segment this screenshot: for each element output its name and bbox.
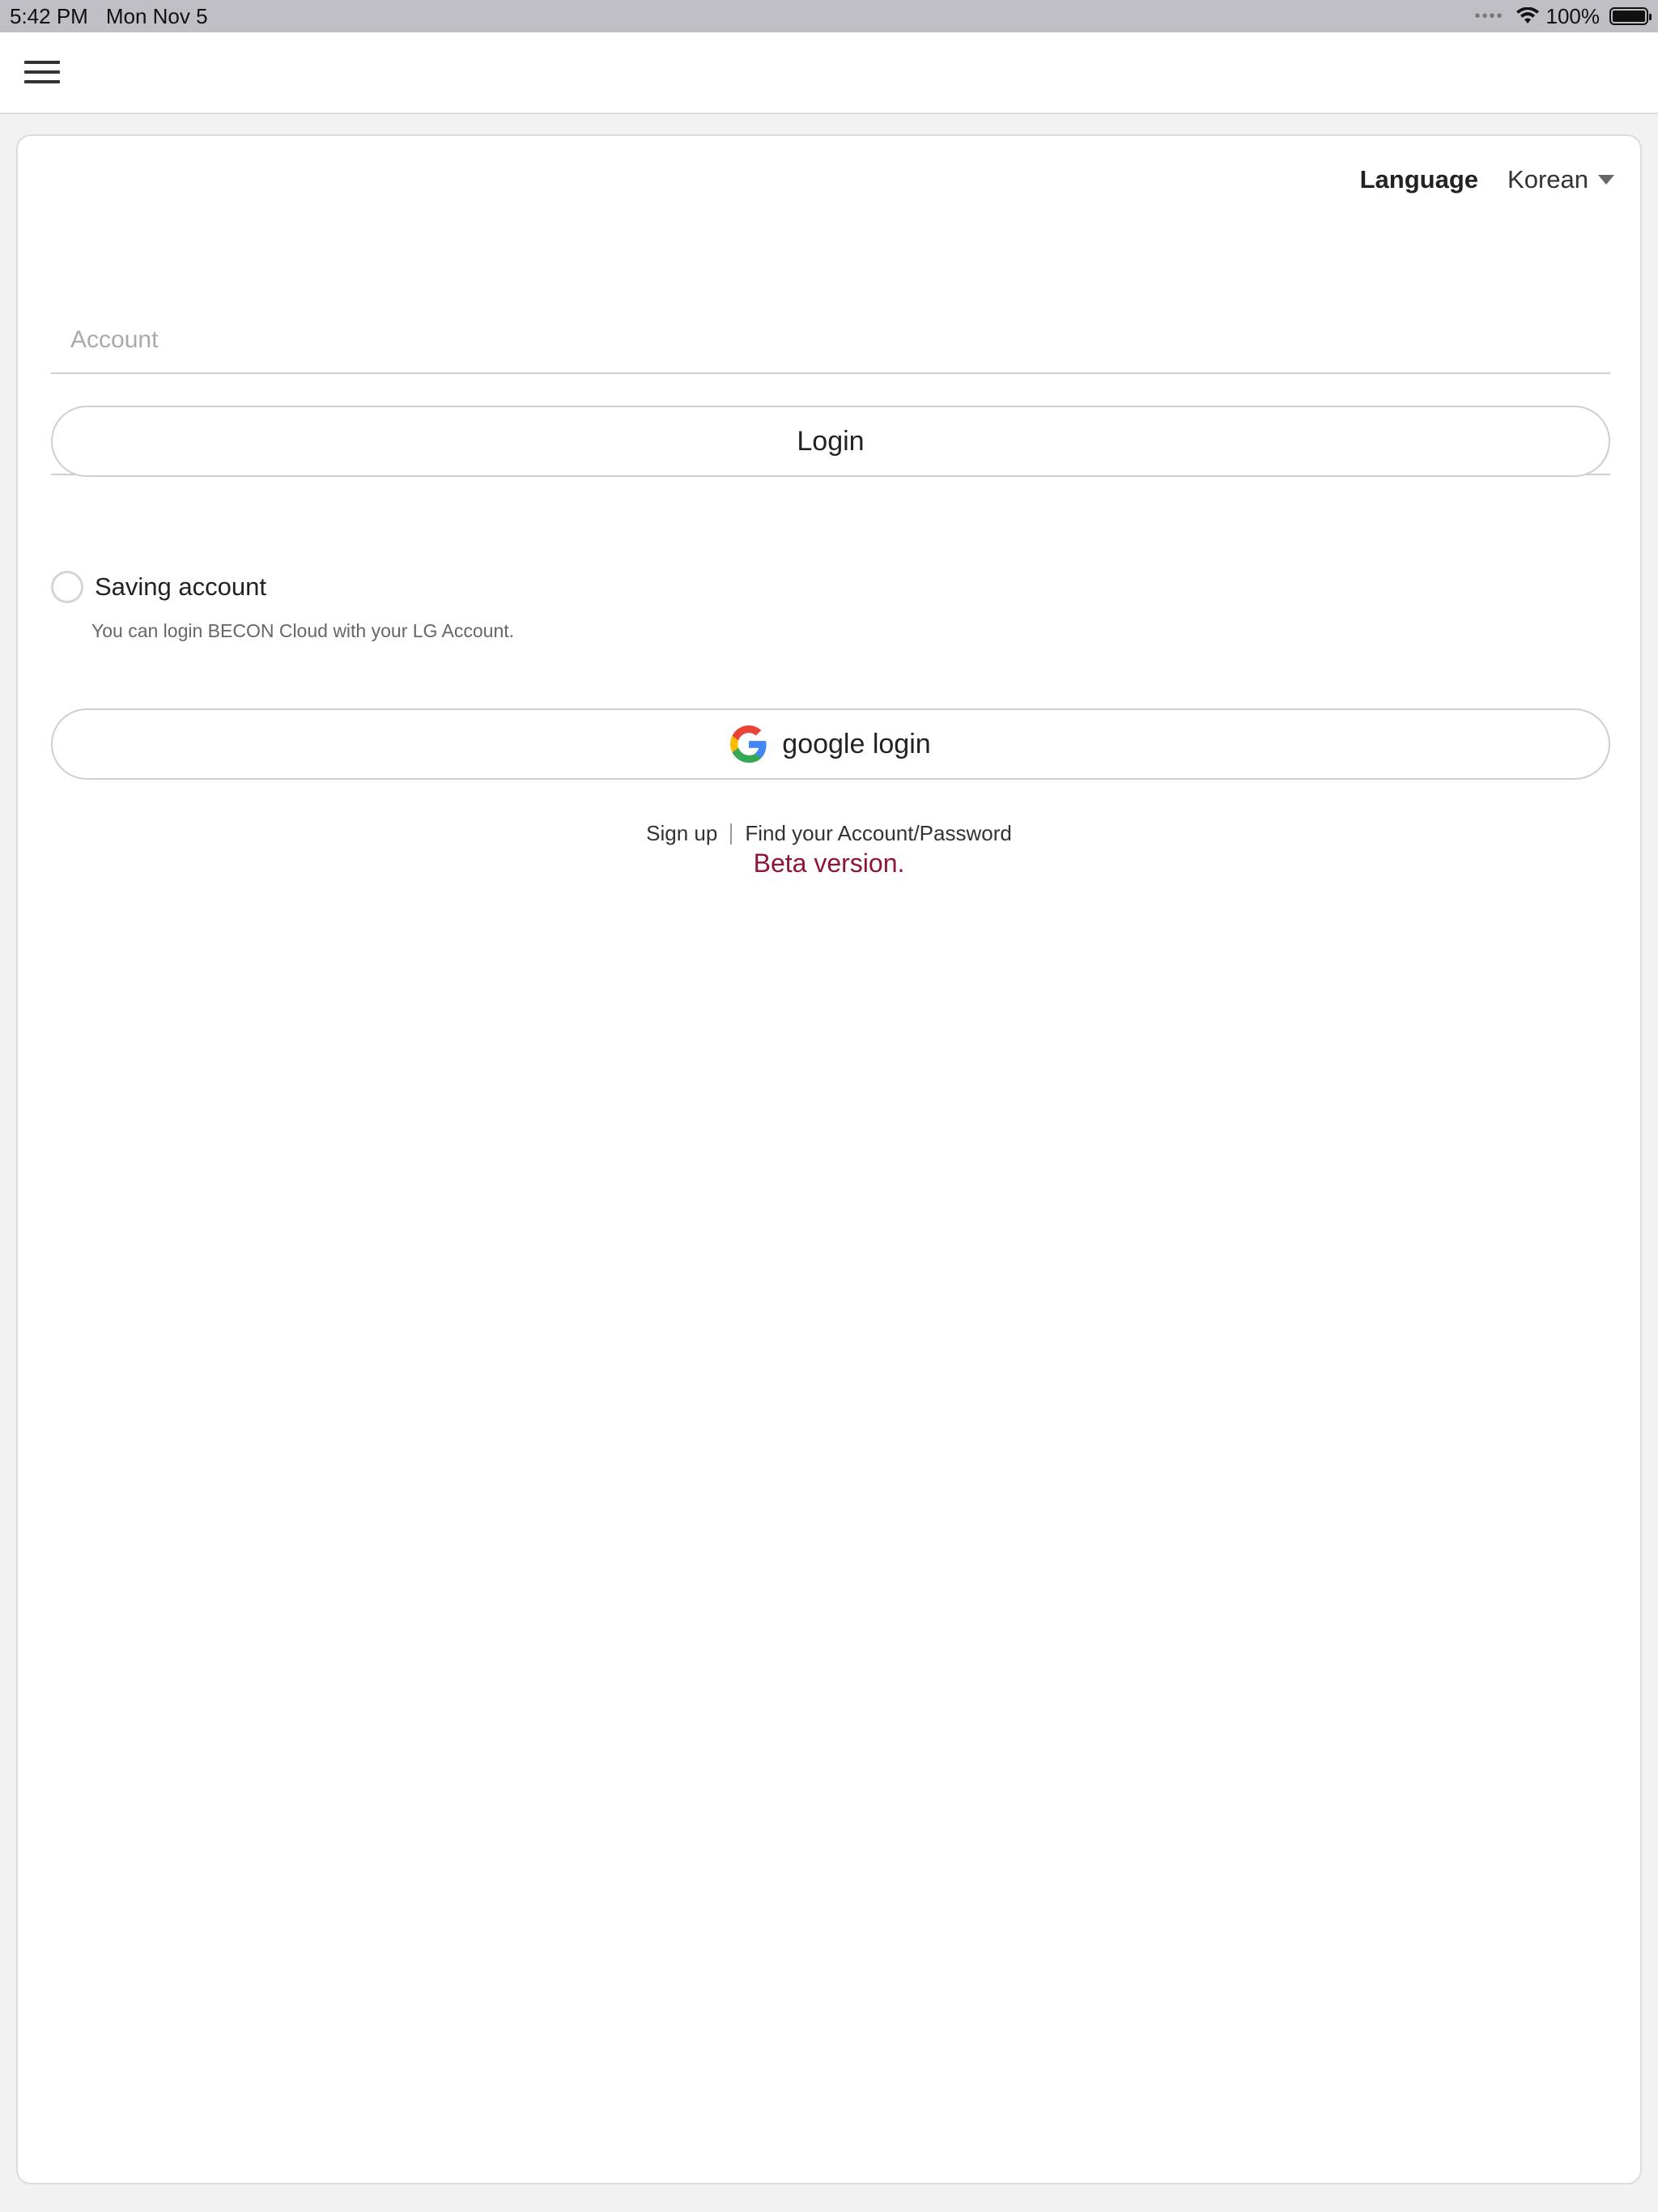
top-bar — [0, 32, 1658, 114]
language-row: Language Korean — [1360, 165, 1614, 194]
battery-percent: 100% — [1545, 3, 1601, 28]
find-account-link[interactable]: Find your Account/Password — [745, 821, 1012, 846]
language-value: Korean — [1507, 165, 1588, 194]
status-left: 5:42 PM Mon Nov 5 — [10, 4, 208, 29]
login-button-label: Login — [797, 425, 865, 457]
sign-up-link[interactable]: Sign up — [646, 821, 717, 846]
google-login-button[interactable]: google login — [51, 708, 1610, 780]
account-links: Sign up Find your Account/Password — [18, 821, 1640, 846]
hamburger-menu-icon[interactable] — [18, 54, 66, 90]
google-g-icon — [730, 725, 767, 763]
account-input[interactable] — [51, 308, 1610, 374]
saving-account-row: Saving account — [51, 571, 266, 603]
lg-account-hint: You can login BECON Cloud with your LG A… — [91, 620, 515, 641]
signal-dots-icon: •••• — [1474, 6, 1504, 25]
status-right: •••• 100% — [1474, 3, 1652, 29]
status-time: 5:42 PM — [10, 3, 88, 28]
beta-version-text: Beta version. — [753, 849, 905, 878]
wifi-icon — [1516, 7, 1539, 23]
status-date: Mon Nov 5 — [105, 3, 208, 28]
saving-account-radio[interactable] — [51, 571, 83, 603]
link-divider — [730, 823, 733, 844]
language-label: Language — [1359, 165, 1479, 194]
login-button[interactable]: Login — [51, 406, 1610, 477]
battery-icon — [1609, 7, 1652, 25]
saving-account-label[interactable]: Saving account — [95, 572, 266, 602]
login-card: Language Korean Login Saving account You… — [16, 134, 1642, 2184]
language-select[interactable]: Korean — [1507, 165, 1614, 194]
status-bar: 5:42 PM Mon Nov 5 •••• 100% — [0, 0, 1658, 32]
google-login-label: google login — [782, 728, 931, 759]
caret-down-icon — [1598, 175, 1614, 185]
